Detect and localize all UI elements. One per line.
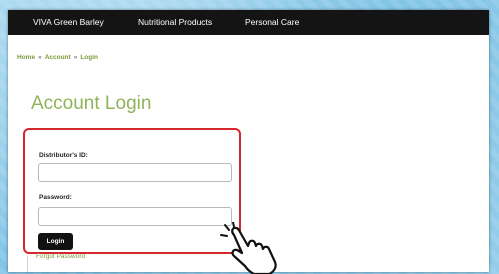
top-navbar: VIVA Green Barley Nutritional Products P… — [8, 10, 489, 35]
nav-item-nutritional-products[interactable]: Nutritional Products — [138, 17, 212, 27]
nav-item-viva-green-barley[interactable]: VIVA Green Barley — [33, 17, 104, 27]
password-label: Password: — [39, 194, 72, 201]
login-button[interactable]: Login — [38, 233, 73, 250]
breadcrumb-login: Login — [80, 54, 99, 61]
hand-pointer-icon — [220, 222, 277, 274]
nav-item-personal-care[interactable]: Personal Care — [245, 17, 299, 27]
divider — [27, 256, 28, 272]
breadcrumb-separator: » — [73, 54, 78, 61]
breadcrumb-separator: » — [38, 54, 42, 61]
page-title: Account Login — [31, 93, 152, 114]
breadcrumb-account[interactable]: Account — [45, 54, 71, 61]
breadcrumb: Home» Account» Login — [17, 54, 98, 61]
password-input[interactable] — [38, 207, 232, 226]
breadcrumb-home[interactable]: Home — [17, 54, 35, 61]
forgot-password-link[interactable]: Forgot Password — [36, 253, 85, 260]
login-form-highlight: Distributor's ID: Password: Login — [23, 128, 241, 254]
distributor-id-input[interactable] — [38, 163, 232, 182]
distributor-id-label: Distributor's ID: — [39, 152, 88, 159]
